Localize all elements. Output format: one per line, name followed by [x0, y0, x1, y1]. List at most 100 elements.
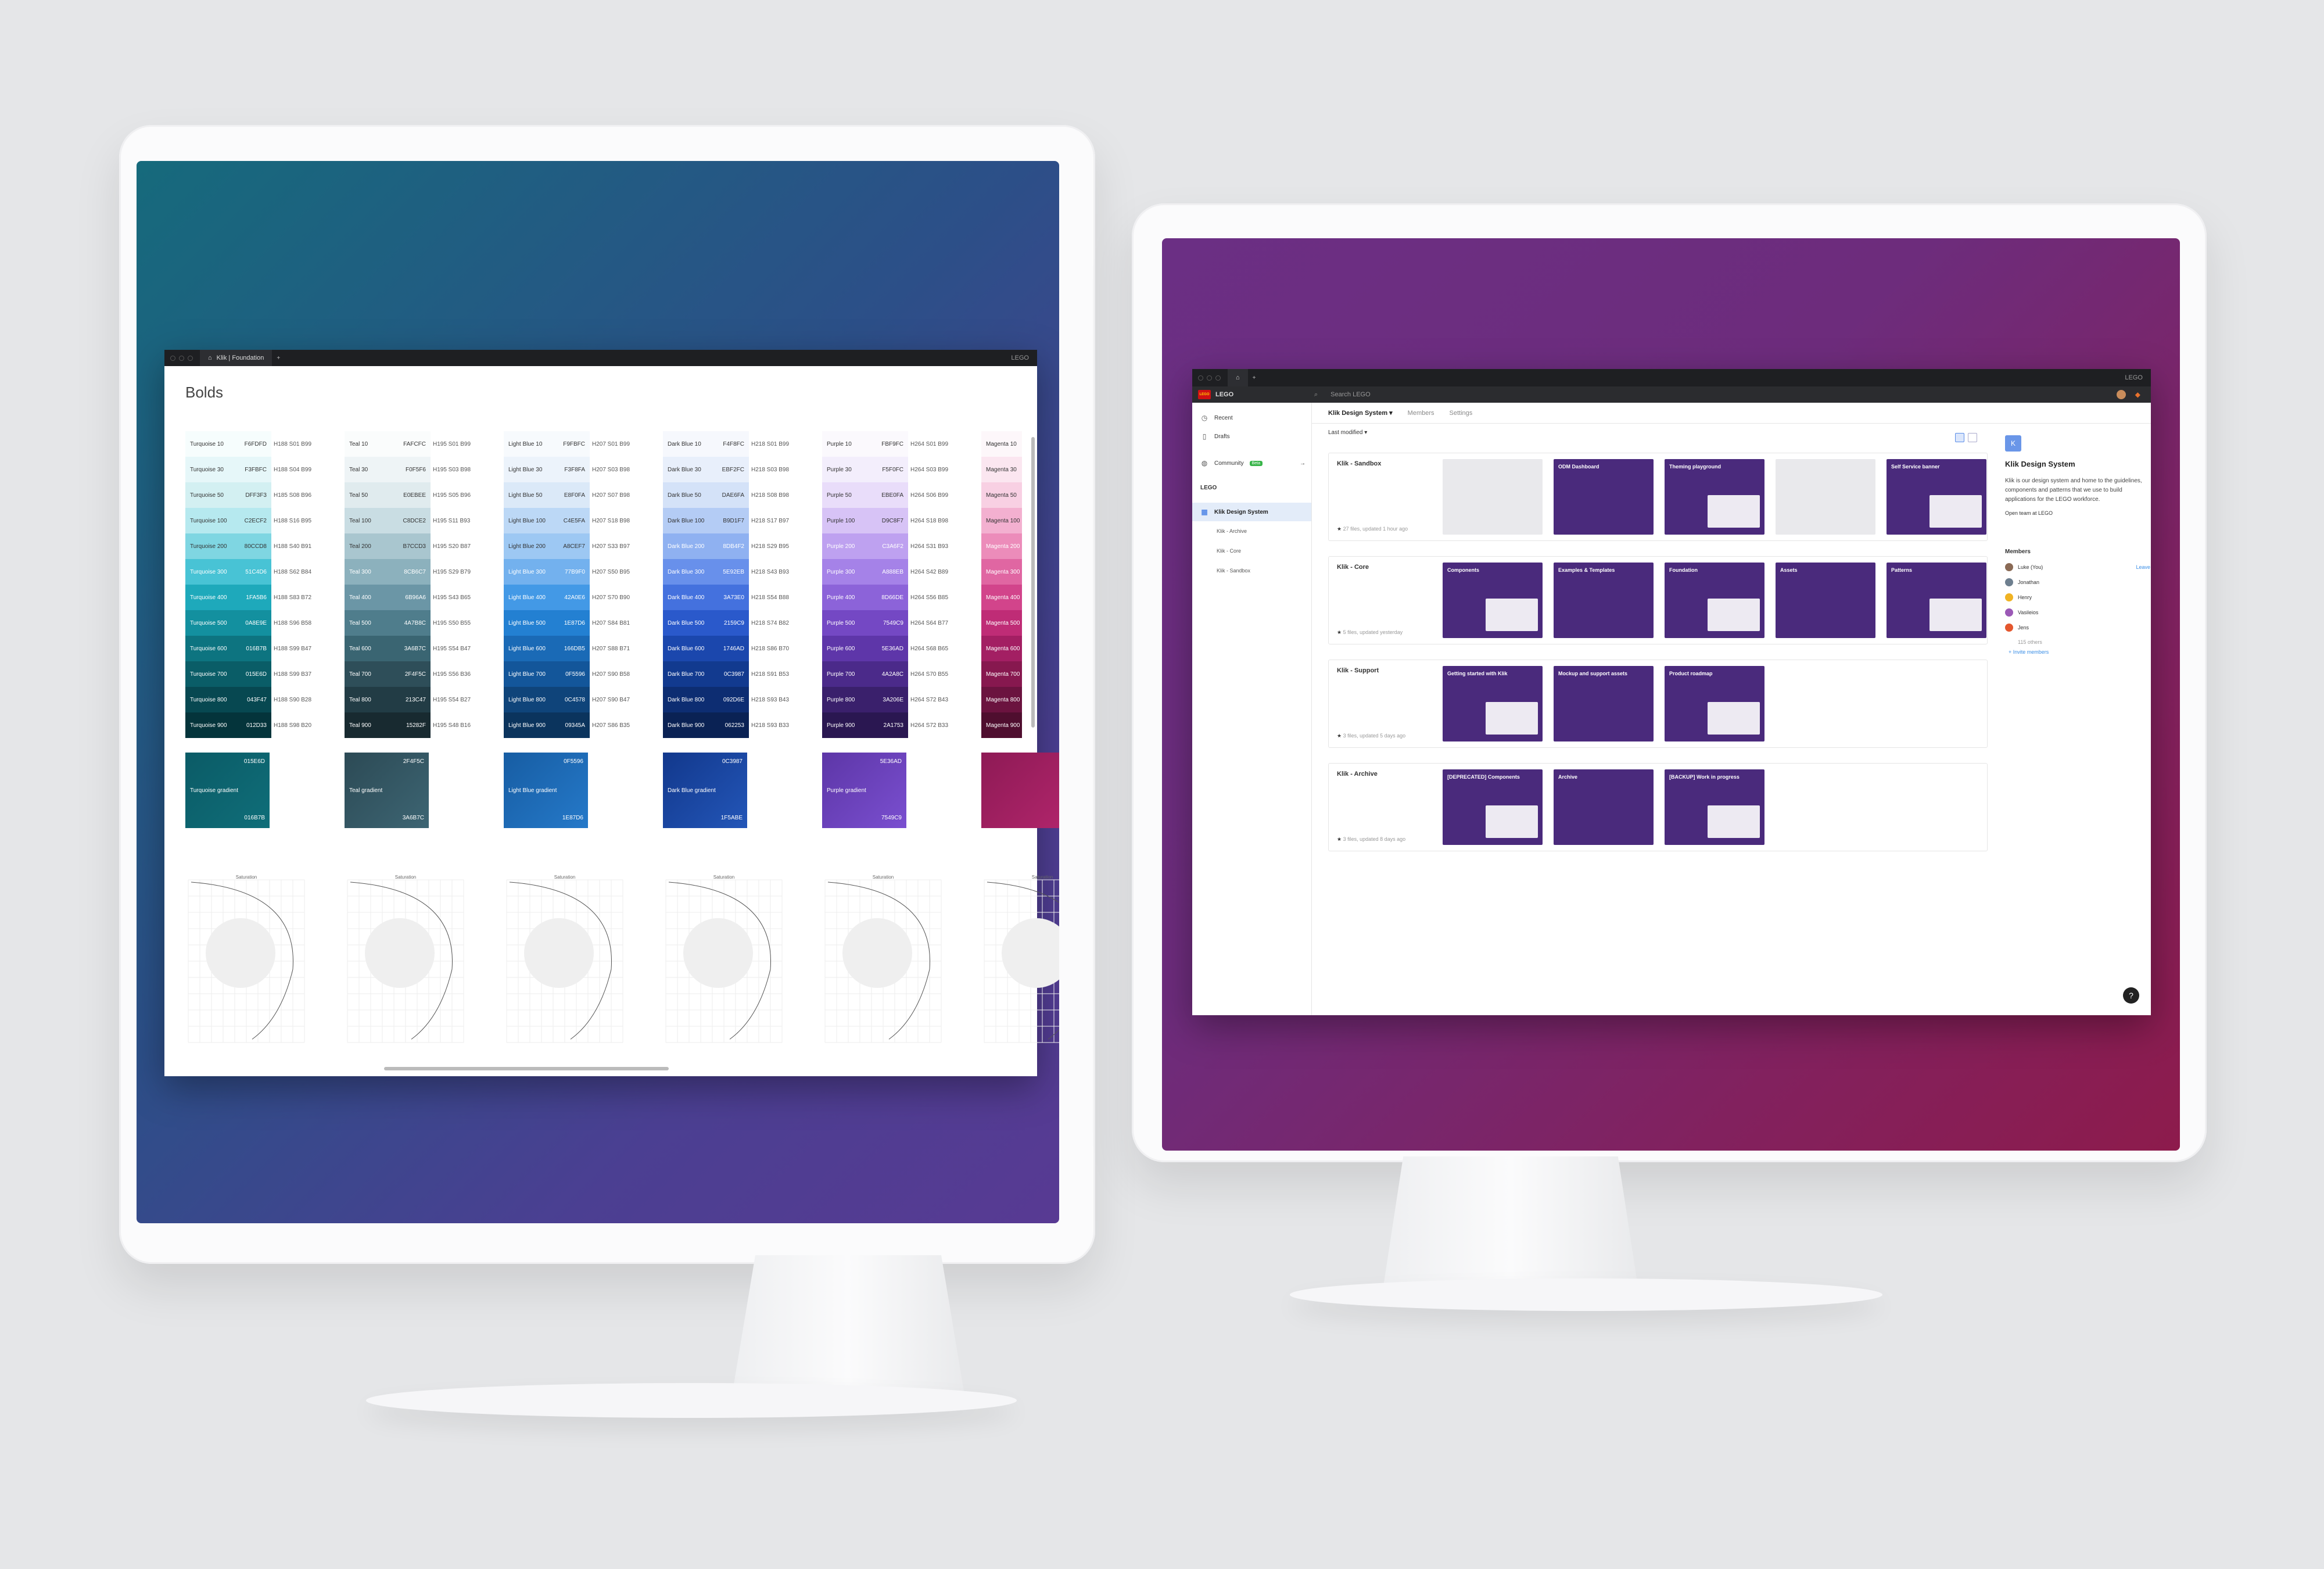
file-thumbnail[interactable]: [BACKUP] Work in progress [1665, 769, 1764, 845]
sidebar-project-item[interactable]: Klik - Sandbox [1192, 561, 1311, 581]
color-swatch[interactable]: Magenta 400 [981, 585, 1022, 610]
color-swatch[interactable]: Teal 50 E0EBEE [345, 482, 431, 508]
color-swatch[interactable]: Teal 300 8CB6C7 [345, 559, 431, 585]
file-thumbnail[interactable]: Patterns [1887, 563, 1986, 638]
color-swatch[interactable]: Dark Blue 50 DAE6FA [663, 482, 749, 508]
star-icon[interactable]: ★ [1337, 836, 1343, 842]
project-row[interactable]: Klik - Archive ★ 3 files, updated 8 days … [1328, 763, 1988, 851]
sidebar-item-community[interactable]: ◍ Community Beta → [1192, 454, 1311, 472]
file-thumbnail[interactable]: Archive [1554, 769, 1654, 845]
add-tab-icon[interactable]: + [1253, 375, 1256, 381]
color-swatch[interactable]: Dark Blue 800 092D6E [663, 687, 749, 712]
file-thumbnail[interactable]: Foundation [1665, 563, 1764, 638]
gradient-swatch[interactable]: Teal gradient 2F4F5C 3A6B7C [345, 753, 429, 828]
file-thumbnail[interactable]: Product roadmap [1665, 666, 1764, 741]
color-swatch[interactable]: Magenta 200 [981, 533, 1022, 559]
color-swatch[interactable]: Magenta 10 [981, 431, 1022, 457]
color-swatch[interactable]: Light Blue 700 0F5596 [504, 661, 590, 687]
color-swatch[interactable]: Magenta 300 [981, 559, 1022, 585]
color-swatch[interactable]: Turquoise 30 F3FBFC [185, 457, 271, 482]
color-swatch[interactable]: Light Blue 10 F9FBFC [504, 431, 590, 457]
star-icon[interactable]: ★ [1337, 733, 1343, 739]
color-swatch[interactable]: Purple 100 D9C8F7 [822, 508, 908, 533]
window-controls[interactable] [1198, 375, 1221, 381]
help-button[interactable]: ? [2123, 987, 2139, 1004]
vertical-scrollbar[interactable] [1031, 437, 1035, 728]
color-swatch[interactable]: Teal 700 2F4F5C [345, 661, 431, 687]
color-swatch[interactable]: Purple 300 A888EB [822, 559, 908, 585]
color-swatch[interactable]: Dark Blue 200 8DB4F2 [663, 533, 749, 559]
file-thumbnail[interactable] [1443, 459, 1543, 535]
file-thumbnail[interactable]: Getting started with Klik [1443, 666, 1543, 741]
color-swatch[interactable]: Turquoise 50 DFF3F3 [185, 482, 271, 508]
tab-foundation[interactable]: ⌂ Klik | Foundation [200, 350, 272, 366]
horizontal-scrollbar[interactable] [384, 1067, 669, 1070]
gradient-swatch[interactable] [981, 753, 1059, 828]
color-swatch[interactable]: Turquoise 10 F6FDFD [185, 431, 271, 457]
color-swatch[interactable]: Turquoise 500 0A8E9E [185, 610, 271, 636]
add-tab-icon[interactable]: + [277, 355, 280, 361]
tab-members[interactable]: Members [1408, 410, 1434, 417]
color-swatch[interactable]: Teal 100 C8DCE2 [345, 508, 431, 533]
color-swatch[interactable]: Teal 600 3A6B7C [345, 636, 431, 661]
color-swatch[interactable]: Turquoise 900 012D33 [185, 712, 271, 738]
color-swatch[interactable]: Dark Blue 300 5E92EB [663, 559, 749, 585]
sidebar-project-item[interactable]: Klik - Core [1192, 541, 1311, 561]
file-thumbnail[interactable]: Examples & Templates [1554, 563, 1654, 638]
color-swatch[interactable]: Purple 700 4A2A8C [822, 661, 908, 687]
project-row[interactable]: Klik - Sandbox ★ 27 files, updated 1 hour… [1328, 453, 1988, 541]
color-swatch[interactable]: Teal 400 6B96A6 [345, 585, 431, 610]
color-swatch[interactable]: Magenta 800 [981, 687, 1022, 712]
color-swatch[interactable]: Dark Blue 700 0C3987 [663, 661, 749, 687]
color-swatch[interactable]: Light Blue 30 F3F8FA [504, 457, 590, 482]
color-swatch[interactable]: Light Blue 50 E8F0FA [504, 482, 590, 508]
gradient-swatch[interactable]: Dark Blue gradient 0C3987 1F5ABE [663, 753, 747, 828]
color-swatch[interactable]: Purple 30 F5F0FC [822, 457, 908, 482]
color-swatch[interactable]: Dark Blue 100 B9D1F7 [663, 508, 749, 533]
grid-view-icon[interactable] [1955, 433, 1964, 442]
color-swatch[interactable]: Purple 400 8D66DE [822, 585, 908, 610]
invite-members-link[interactable]: + Invite members [2005, 649, 2150, 655]
color-swatch[interactable]: Light Blue 800 0C4578 [504, 687, 590, 712]
color-swatch[interactable]: Turquoise 200 80CCD8 [185, 533, 271, 559]
color-swatch[interactable]: Purple 600 5E36AD [822, 636, 908, 661]
file-thumbnail[interactable]: Components [1443, 563, 1543, 638]
file-thumbnail[interactable]: ODM Dashboard [1554, 459, 1654, 535]
team-name[interactable]: LEGO [1215, 391, 1314, 398]
list-view-icon[interactable] [1968, 433, 1977, 442]
file-thumbnail[interactable]: Assets [1776, 563, 1875, 638]
color-swatch[interactable]: Purple 200 C3A6F2 [822, 533, 908, 559]
color-swatch[interactable]: Teal 900 15282F [345, 712, 431, 738]
leave-link[interactable]: Leave [2136, 564, 2150, 570]
star-icon[interactable]: ★ [1337, 526, 1343, 532]
file-thumbnail[interactable]: Theming playground [1665, 459, 1764, 535]
tab-home[interactable]: ⌂ [1228, 369, 1248, 386]
color-swatch[interactable]: Dark Blue 10 F4F8FC [663, 431, 749, 457]
star-icon[interactable]: ★ [1337, 629, 1343, 635]
sort-dropdown[interactable]: Last modified ▾ [1328, 429, 1367, 436]
file-thumbnail[interactable]: Mockup and support assets [1554, 666, 1654, 741]
color-swatch[interactable]: Purple 10 FBF9FC [822, 431, 908, 457]
color-swatch[interactable]: Dark Blue 30 EBF2FC [663, 457, 749, 482]
color-swatch[interactable]: Dark Blue 900 062253 [663, 712, 749, 738]
tab-settings[interactable]: Settings [1450, 410, 1473, 417]
color-swatch[interactable]: Turquoise 400 1FA5B6 [185, 585, 271, 610]
color-swatch[interactable]: Light Blue 200 A8CEF7 [504, 533, 590, 559]
color-swatch[interactable]: Magenta 900 [981, 712, 1022, 738]
sidebar-project-item[interactable]: ▦ Klik Design System [1192, 503, 1311, 521]
tab-project[interactable]: Klik Design System ▾ [1328, 409, 1393, 417]
notification-icon[interactable]: ◆ [2135, 391, 2140, 399]
gradient-swatch[interactable]: Turquoise gradient 015E6D 016B7B [185, 753, 270, 828]
window-controls[interactable] [170, 355, 193, 361]
color-swatch[interactable]: Turquoise 100 C2ECF2 [185, 508, 271, 533]
color-swatch[interactable]: Turquoise 300 51C4D6 [185, 559, 271, 585]
color-swatch[interactable]: Magenta 100 [981, 508, 1022, 533]
sidebar-item-recent[interactable]: ◷ Recent [1192, 409, 1311, 427]
color-swatch[interactable]: Teal 500 4A7B8C [345, 610, 431, 636]
color-swatch[interactable]: Light Blue 400 42A0E6 [504, 585, 590, 610]
search-input[interactable]: Search LEGO [1330, 391, 1370, 398]
file-thumbnail[interactable] [1776, 459, 1875, 535]
file-thumbnail[interactable]: Self Service banner [1887, 459, 1986, 535]
color-swatch[interactable]: Teal 800 213C47 [345, 687, 431, 712]
color-swatch[interactable]: Light Blue 500 1E87D6 [504, 610, 590, 636]
